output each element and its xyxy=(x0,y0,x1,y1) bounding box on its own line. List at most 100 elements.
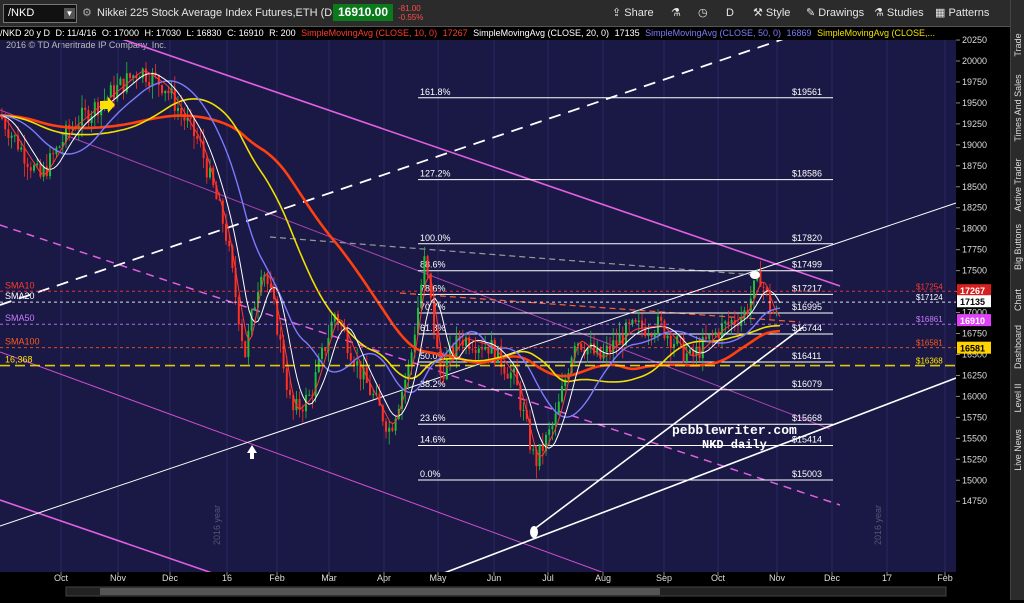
price-candle xyxy=(580,343,583,350)
price-candle xyxy=(237,297,240,325)
price-axis-label: 20250 xyxy=(962,35,987,45)
price-axis-label: 19750 xyxy=(962,77,987,87)
price-candle xyxy=(727,321,730,324)
sma-level-name: SMA100 xyxy=(5,337,40,347)
fib-value-label: $15003 xyxy=(792,469,822,479)
drawings-label: Drawings xyxy=(818,7,865,19)
price-candle xyxy=(7,129,10,138)
price-axis-label: 18000 xyxy=(962,224,987,234)
side-tab-label: Dashboard xyxy=(1013,324,1023,370)
price-axis-label: 15750 xyxy=(962,412,987,422)
price-candle xyxy=(33,165,35,171)
time-axis-label: Dec xyxy=(824,573,841,583)
scrollbar-thumb xyxy=(100,588,660,595)
period-button[interactable]: D xyxy=(722,3,738,23)
price-candle xyxy=(503,367,506,374)
time-axis-label: Jun xyxy=(487,573,502,583)
price-candle xyxy=(484,347,487,350)
price-candle xyxy=(129,73,131,78)
fib-value-label: $16995 xyxy=(792,302,822,312)
patterns-button[interactable]: ▦ Patterns xyxy=(931,3,993,23)
price-candle xyxy=(551,425,554,430)
watermark-title: NKD daily xyxy=(702,438,767,452)
study-legend-bar: /NKD 20 y D D: 11/4/16 O: 17000 H: 17030… xyxy=(0,27,960,39)
price-candle xyxy=(26,163,29,168)
share-button[interactable]: ⇪ Share xyxy=(608,3,658,23)
studies-button[interactable]: ⚗ Studies xyxy=(870,3,928,23)
price-candle xyxy=(593,343,595,354)
price-candle xyxy=(81,107,83,126)
price-candle xyxy=(477,348,480,353)
fib-value-label: $15668 xyxy=(792,413,822,423)
gear-icon[interactable]: ⚙ xyxy=(82,0,92,26)
price-candle xyxy=(173,88,176,111)
price-axis-label: 16750 xyxy=(962,329,987,339)
side-tab-label: Big Buttons xyxy=(1013,223,1023,271)
fib-value-label: $17820 xyxy=(792,233,822,243)
price-axis-label: 15250 xyxy=(962,454,987,464)
price-axis-label: 17500 xyxy=(962,266,987,276)
price-candle xyxy=(605,345,608,353)
price-candle xyxy=(167,90,170,94)
price-candle xyxy=(266,274,269,285)
price-candle xyxy=(557,401,560,414)
price-candle xyxy=(161,85,163,94)
price-candle xyxy=(29,167,32,171)
clock-icon[interactable]: ◷ xyxy=(694,3,712,23)
style-button[interactable]: ⚒ Style xyxy=(749,3,794,23)
price-candle xyxy=(113,85,115,99)
price-candle xyxy=(615,340,618,345)
price-axis-label: 15000 xyxy=(962,475,987,485)
price-candle xyxy=(93,102,96,117)
price-candle xyxy=(36,163,39,166)
price-candle xyxy=(253,307,256,310)
chevron-down-icon[interactable]: ▼ xyxy=(64,8,75,19)
price-candle xyxy=(177,107,179,111)
price-candle xyxy=(301,409,304,412)
fib-pct-label: 161.8% xyxy=(420,87,451,97)
year-label: 2016 year xyxy=(873,505,883,545)
price-candle xyxy=(20,147,23,150)
price-candle xyxy=(205,158,208,178)
fib-value-label: $17217 xyxy=(792,283,822,293)
fib-pct-label: 127.2% xyxy=(420,169,451,179)
price-chart[interactable]: 2016 © TD Ameritrade IP Company, Inc. 16… xyxy=(0,40,960,586)
sma-level-name: SMA50 xyxy=(5,313,35,323)
price-candle xyxy=(308,394,311,396)
price-candle xyxy=(724,321,727,324)
sma-level-name: SMA10 xyxy=(5,280,35,290)
price-candle xyxy=(388,427,391,432)
side-tab-label: Active Trader xyxy=(1013,158,1023,212)
price-candle xyxy=(554,413,557,426)
price-candle xyxy=(423,256,426,285)
price-candle xyxy=(13,135,16,137)
price-axis-label: 19000 xyxy=(962,140,987,150)
price-badge-label: 17135 xyxy=(960,297,985,307)
fib-pct-label: 0.0% xyxy=(420,469,441,479)
style-icon: ⚒ xyxy=(753,7,766,19)
time-axis[interactable]: Oct Nov Dec 16 Feb Mar Apr May Jun Jul Aug Sep Oct No… xyxy=(0,572,1010,600)
price-candle xyxy=(391,427,394,431)
price-candle xyxy=(289,389,291,396)
legend-open: O: 17000 xyxy=(101,28,139,38)
drawings-button[interactable]: ✎ Drawings xyxy=(802,3,868,23)
price-axis[interactable]: 14750 15000 15250 15500 15750 16000 16250 16500… xyxy=(956,27,1010,600)
legend-sma20-value: 17135 xyxy=(614,28,640,38)
legend-period: /NKD 20 y D xyxy=(0,28,51,38)
legend-sma10-value: 17267 xyxy=(442,28,468,38)
price-candle xyxy=(225,223,227,241)
time-axis-label: Aug xyxy=(595,573,611,583)
price-change-pct: -0.55% xyxy=(398,13,424,22)
price-candle xyxy=(714,332,717,336)
sma-level-value: $17254 xyxy=(916,282,943,291)
price-candle xyxy=(84,107,87,110)
price-candle xyxy=(762,286,765,288)
price-candle xyxy=(279,334,282,340)
symbol-selector[interactable]: /NKD ▼ xyxy=(3,4,77,23)
price-axis-label: 19500 xyxy=(962,98,987,108)
price-candle xyxy=(532,449,535,451)
flask-icon[interactable]: ⚗ xyxy=(667,3,685,23)
price-candle xyxy=(119,78,122,86)
time-axis-label: Dec xyxy=(162,573,179,583)
price-candle xyxy=(349,353,352,361)
